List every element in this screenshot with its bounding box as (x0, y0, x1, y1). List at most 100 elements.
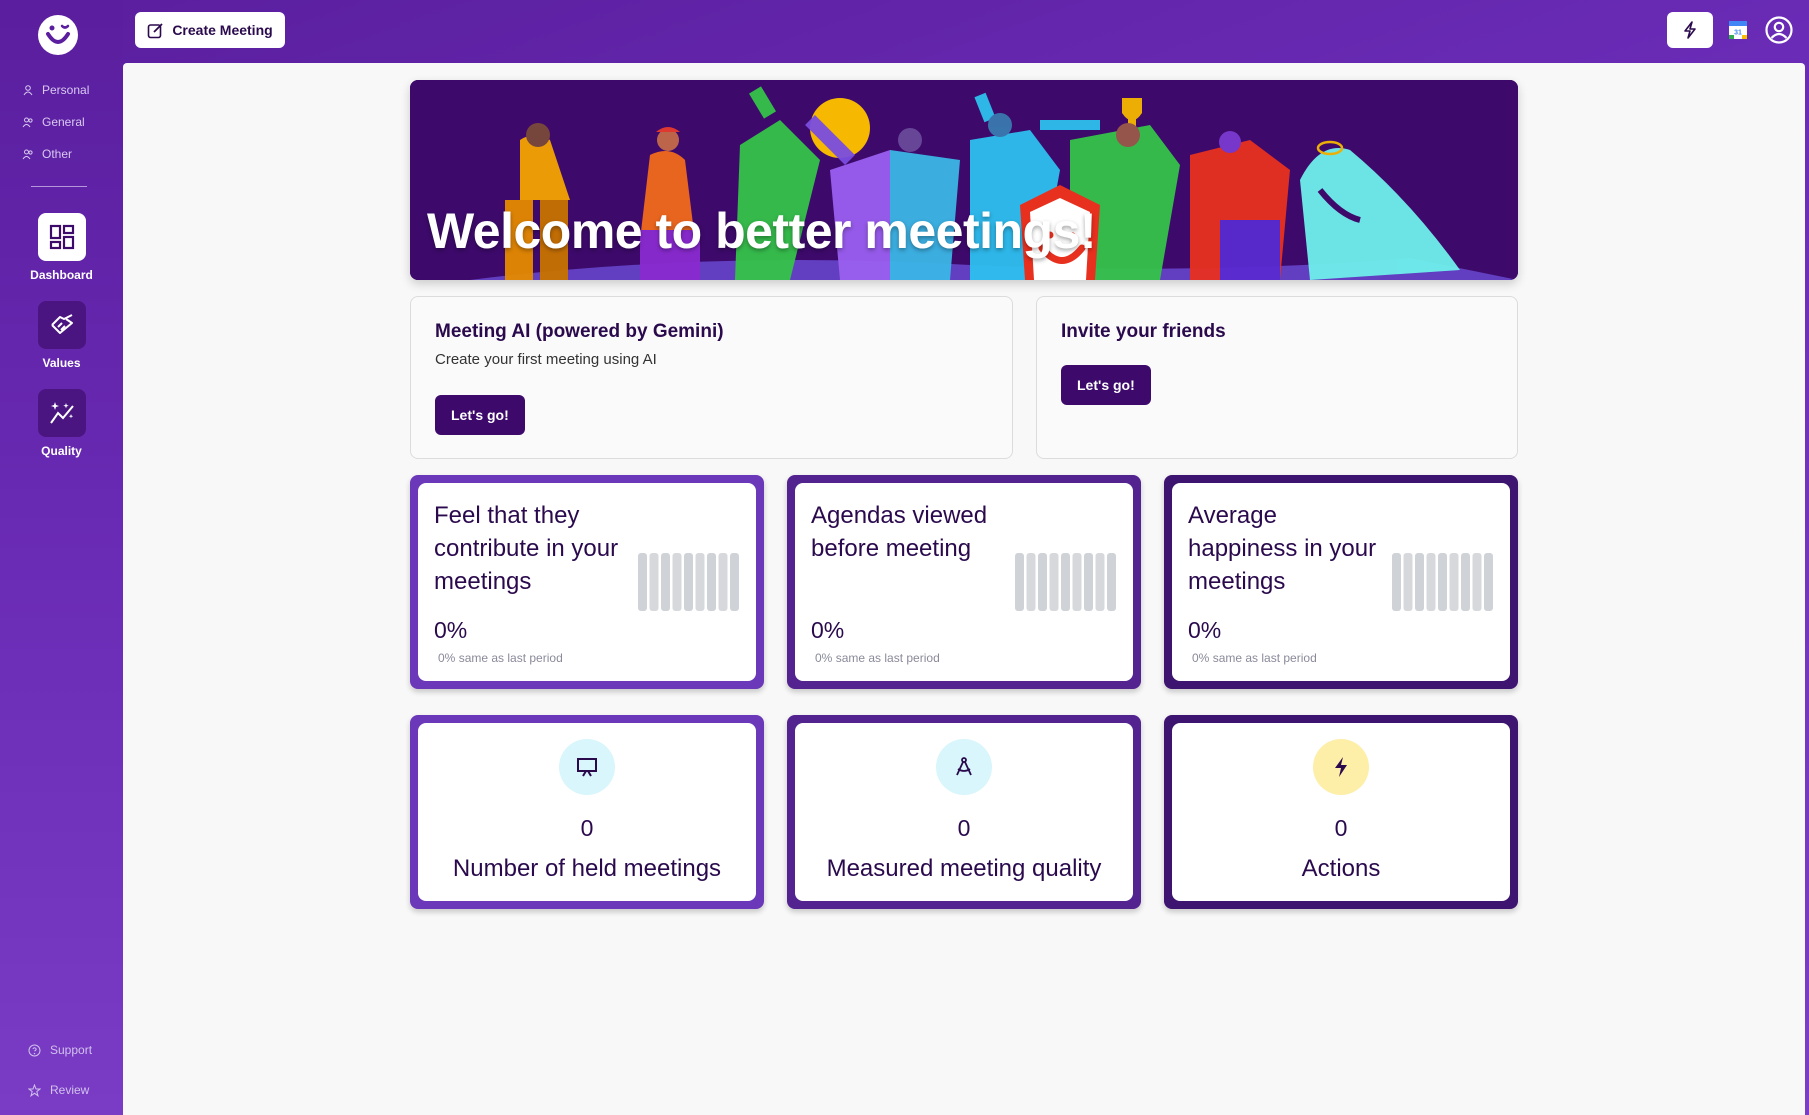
star-icon (28, 1083, 41, 1097)
app-logo[interactable] (38, 15, 78, 55)
stat-title: Feel that they contribute in your meetin… (434, 502, 619, 595)
count-card-meetings[interactable]: 0 Number of held meetings (410, 715, 764, 909)
invite-friends-button[interactable]: Let's go! (1061, 365, 1151, 405)
stat-bar-placeholder (672, 553, 682, 611)
nav-label: Values (42, 356, 81, 370)
meeting-ai-button[interactable]: Let's go! (435, 395, 525, 435)
count-value: 0 (957, 815, 971, 841)
stat-change: 0% (438, 651, 456, 665)
account-icon[interactable] (1765, 16, 1793, 44)
stat-bar-placeholder (1049, 553, 1059, 611)
sidebar: Personal General Other Dashboard Values … (0, 0, 123, 1115)
person-icon (23, 85, 33, 96)
count-label: Number of held meetings (452, 855, 722, 882)
count-label: Actions (1301, 855, 1381, 882)
scope-personal[interactable]: Personal (22, 81, 89, 99)
scope-other[interactable]: Other (22, 145, 72, 163)
create-meeting-button[interactable]: Create Meeting (135, 12, 285, 48)
stat-bar-placeholder (661, 553, 670, 611)
nav-dashboard[interactable]: Dashboard (0, 213, 123, 282)
svg-text:31: 31 (1734, 30, 1742, 37)
stat-bar-placeholder (1061, 553, 1070, 611)
stat-note-text: same as last period (458, 651, 563, 665)
dashboard-tile[interactable] (37, 213, 86, 261)
stat-bar-placeholder (649, 553, 659, 611)
support-label: Support (50, 1043, 93, 1057)
people-icon (22, 117, 33, 128)
stat-title: Average happiness in your meetings (1188, 502, 1377, 595)
stat-note-text: same as last period (1212, 651, 1317, 665)
stat-bar-placeholder (1026, 553, 1036, 611)
review-label: Review (50, 1083, 90, 1097)
handshake-icon (50, 314, 73, 334)
dashboard-icon (49, 224, 74, 250)
create-meeting-label: Create Meeting (172, 22, 273, 38)
stat-note-text: same as last period (835, 651, 940, 665)
sparkle-chart-icon (49, 402, 74, 424)
stat-bar-placeholder (1449, 553, 1459, 611)
count-icon-circle (559, 739, 615, 795)
stat-change: 0% (1192, 651, 1210, 665)
stat-bar-placeholder (1484, 553, 1493, 611)
stat-note: 0% same as last period (815, 651, 940, 665)
count-card-actions[interactable]: 0 Actions (1164, 715, 1518, 909)
meeting-ai-subtitle: Create your first meeting using AI (435, 351, 657, 368)
stat-bar-placeholder (1426, 553, 1436, 611)
quality-tile[interactable] (37, 389, 86, 437)
invite-friends-card: Invite your friends Let's go! (1036, 296, 1518, 459)
stat-bar-placeholder (1472, 553, 1482, 611)
stat-bar-placeholder (684, 553, 693, 611)
stat-bar-placeholder (707, 553, 716, 611)
review-link[interactable]: Review (28, 1083, 89, 1097)
stat-bar-placeholder (1438, 553, 1447, 611)
support-link[interactable]: Support (28, 1043, 92, 1057)
compass-icon (956, 757, 972, 776)
bolt-icon (1335, 757, 1347, 777)
stat-card-agendas: Agendas viewed before meeting 0% 0% same… (787, 475, 1141, 689)
nav-values[interactable]: Values (0, 301, 123, 370)
count-value: 0 (580, 815, 594, 841)
quick-action-button[interactable] (1667, 12, 1713, 48)
scope-label: General (42, 115, 85, 129)
stat-note: 0% same as last period (1192, 651, 1317, 665)
main-content: Welcome to better meetings! Meeting AI (… (123, 63, 1805, 1115)
stat-bar-placeholder (1038, 553, 1047, 611)
stat-bar-placeholder (730, 553, 739, 611)
nav-quality[interactable]: Quality (0, 389, 123, 458)
meeting-ai-title: Meeting AI (powered by Gemini) (435, 321, 724, 342)
values-tile[interactable] (37, 301, 86, 349)
edit-icon (148, 22, 163, 38)
invite-friends-title: Invite your friends (1061, 321, 1226, 342)
stat-bar-placeholder (695, 553, 705, 611)
sidebar-divider (31, 186, 87, 187)
bolt-icon (1684, 21, 1696, 39)
stat-bar-chart (1392, 553, 1493, 611)
stat-bar-placeholder (718, 553, 728, 611)
count-label: Measured meeting quality (826, 855, 1102, 882)
stat-bar-placeholder (1095, 553, 1105, 611)
nav-label: Dashboard (30, 268, 93, 282)
stat-value: 0% (811, 617, 845, 643)
stat-value: 0% (1188, 617, 1222, 643)
stat-bar-placeholder (1415, 553, 1424, 611)
scope-label: Personal (42, 83, 90, 97)
presentation-icon (577, 758, 597, 777)
count-card-quality[interactable]: 0 Measured meeting quality (787, 715, 1141, 909)
banner-title: Welcome to better meetings! (427, 203, 1097, 259)
stat-title: Agendas viewed before meeting (811, 502, 988, 562)
stat-change: 0% (815, 651, 833, 665)
stat-note: 0% same as last period (438, 651, 563, 665)
google-calendar-icon[interactable]: 31 (1728, 20, 1748, 40)
stat-bar-placeholder (1015, 553, 1024, 611)
help-icon (28, 1044, 41, 1056)
scope-general[interactable]: General (22, 113, 85, 131)
stat-bar-placeholder (1072, 553, 1082, 611)
welcome-banner: Welcome to better meetings! (410, 80, 1518, 280)
stat-bar-placeholder (1392, 553, 1401, 611)
stat-value: 0% (434, 617, 468, 643)
stat-bar-placeholder (638, 553, 647, 611)
stat-bar-chart (638, 553, 739, 611)
stat-bar-placeholder (1107, 553, 1116, 611)
meeting-ai-card: Meeting AI (powered by Gemini) Create yo… (410, 296, 1013, 459)
stat-bar-placeholder (1084, 553, 1093, 611)
